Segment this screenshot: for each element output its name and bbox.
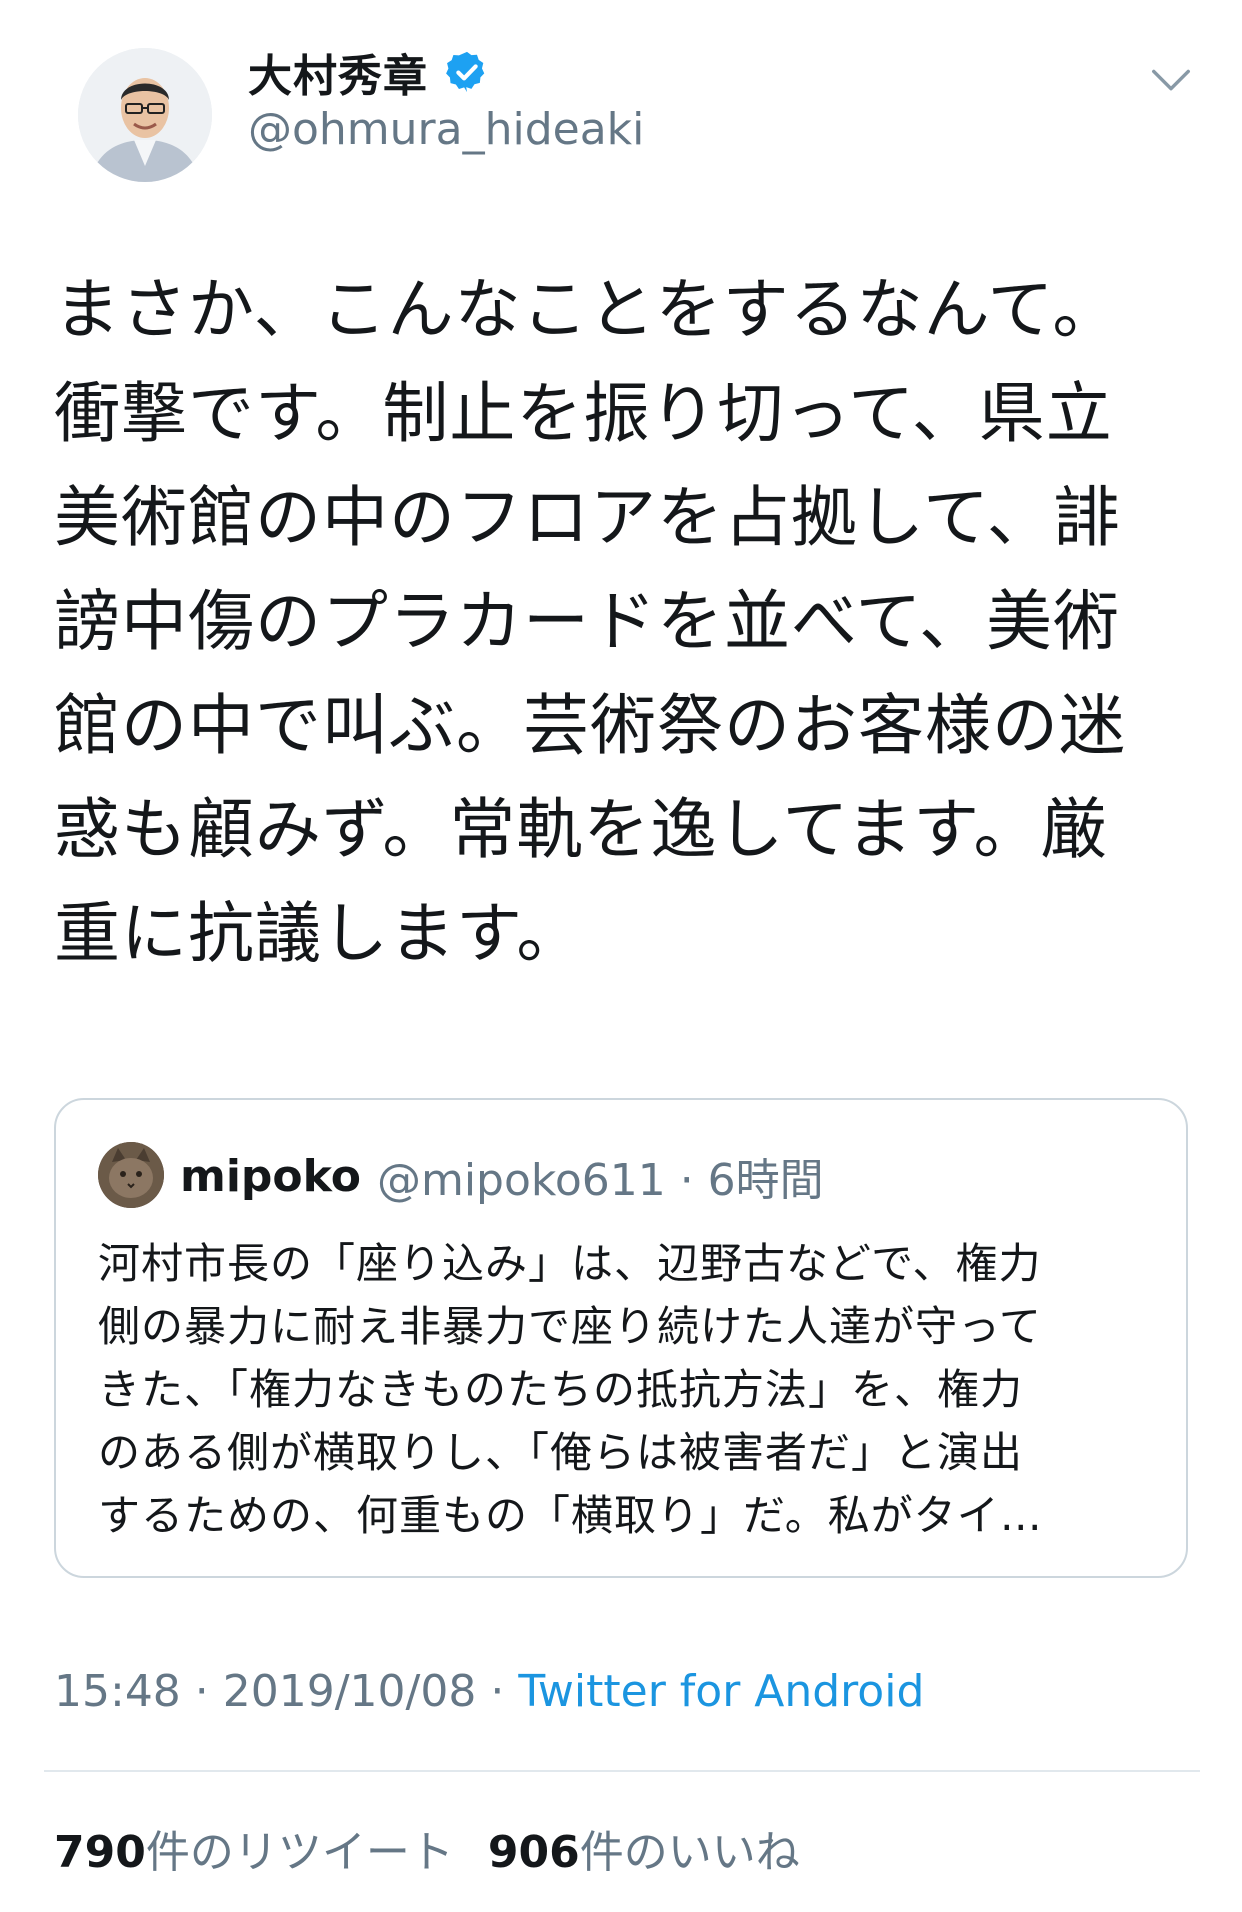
tweet-timestamp: 15:48 · 2019/10/08 · [54,1666,519,1717]
tweet-text: まさか、こんなことをするなんて。 衝撃です。制止を振り切って、県立 美術館の中の… [54,258,1194,986]
chevron-down-icon[interactable] [1148,58,1194,104]
quoted-tweet-text: 河村市長の「座り込み」は、辺野古などで、権力 側の暴力に耐え非暴力で座り続けた人… [98,1232,1158,1547]
tweet-text-line: まさか、こんなことをするなんて。 [54,271,1120,348]
tweet-text-line: 館の中で叫ぶ。芸術祭のお客様の迷 [54,687,1126,764]
likes-stat[interactable]: 906件のいいね [488,1827,800,1878]
quoted-text-line: するための、何重もの「横取り」だ。私がタイ… [98,1491,1043,1540]
tweet-stats: 790件のリツイート 906件のいいね [54,1816,800,1880]
divider [44,1770,1200,1772]
tweet-source-link[interactable]: Twitter for Android [518,1666,924,1717]
profile-photo-icon [78,48,212,182]
tweet-text-line: 美術館の中のフロアを占拠して、誹 [54,479,1121,556]
author-name-row[interactable]: 大村秀章 [248,42,490,102]
quoted-text-line: 側の暴力に耐え非暴力で座り続けた人達が守って [98,1302,1042,1351]
tweet-meta: 15:48 · 2019/10/08 · Twitter for Android [54,1666,924,1717]
retweets-label: 件のリツイート [145,1827,454,1878]
quoted-author-avatar[interactable] [98,1142,164,1208]
cat-avatar-icon [98,1142,164,1208]
quoted-text-line: 河村市長の「座り込み」は、辺野古などで、権力 [98,1239,1042,1288]
tweet-header: 大村秀章 @ohmura_hideaki [0,0,1242,200]
quoted-author-handle-time: @mipoko611 · 6時間 [376,1155,824,1206]
quoted-tweet-card[interactable]: mipoko @mipoko611 · 6時間 河村市長の「座り込み」は、辺野古… [54,1098,1188,1578]
retweets-stat[interactable]: 790件のリツイート [54,1827,454,1878]
likes-count: 906 [487,1827,580,1878]
tweet-text-line: 重に抗議します。 [54,895,584,972]
tweet-text-line: 惑も顧みず。常軌を逸してます。厳 [54,791,1108,868]
quoted-text-line: のある側が横取りし、「俺らは被害者だ」と演出 [98,1428,1024,1477]
quoted-tweet-header: mipoko @mipoko611 · 6時間 [180,1144,824,1208]
retweets-count: 790 [54,1827,146,1878]
likes-label: 件のいいね [579,1827,800,1878]
quoted-author-name[interactable]: mipoko [180,1151,361,1202]
author-avatar[interactable] [78,48,212,182]
author-handle[interactable]: @ohmura_hideaki [248,104,644,155]
verified-badge-icon [446,51,485,93]
tweet-text-line: 衝撃です。制止を振り切って、県立 [54,375,1113,452]
author-display-name[interactable]: 大村秀章 [248,40,428,104]
tweet-text-line: 謗中傷のプラカードを並べて、美術 [54,583,1121,660]
quoted-text-line: きた、「権力なきものたちの抵抗方法」を、権力 [98,1365,1024,1414]
